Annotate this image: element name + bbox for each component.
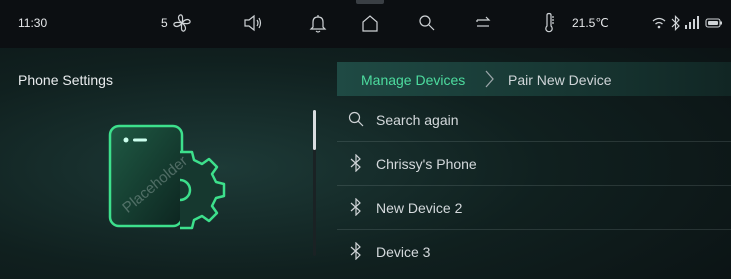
volume-icon[interactable] (242, 12, 264, 34)
list-item[interactable]: New Device 2 (337, 186, 731, 230)
search-icon (348, 111, 364, 127)
device-list: Search again Chrissy's Phone New Device … (337, 98, 731, 273)
breadcrumb-manage-devices[interactable]: Manage Devices (361, 72, 465, 88)
clock: 11:30 (18, 16, 48, 30)
bluetooth-status-icon (671, 15, 680, 31)
status-bar: 11:30 5 21.5℃ (0, 0, 731, 48)
bell-icon[interactable] (307, 12, 329, 34)
signal-icon (685, 16, 699, 29)
breadcrumb: Manage Devices Pair New Device (337, 62, 731, 96)
search-again-label: Search again (376, 112, 459, 128)
temperature: 21.5℃ (572, 16, 609, 30)
active-indicator (356, 0, 384, 4)
search-again-button[interactable]: Search again (337, 98, 731, 142)
battery-icon (705, 18, 722, 28)
search-icon[interactable] (416, 12, 438, 34)
device-name: New Device 2 (376, 200, 463, 216)
fan-icon[interactable] (171, 12, 193, 34)
breadcrumb-pair-new-device: Pair New Device (508, 72, 612, 88)
device-name: Chrissy's Phone (376, 156, 477, 172)
device-name: Device 3 (376, 244, 431, 260)
phone-settings-illustration: Placeholder (108, 124, 226, 230)
fan-level: 5 (161, 16, 168, 30)
home-icon (362, 15, 378, 32)
scrollbar-thumb[interactable] (313, 110, 316, 150)
home-tab[interactable] (354, 0, 386, 48)
bluetooth-icon (350, 154, 361, 172)
swap-icon[interactable] (472, 12, 494, 34)
wifi-icon (652, 17, 666, 29)
bluetooth-icon (350, 242, 361, 260)
chevron-right-icon (485, 70, 494, 88)
list-item[interactable]: Device 3 (337, 230, 731, 273)
page-title: Phone Settings (18, 72, 113, 88)
bluetooth-icon (350, 198, 361, 216)
scrollbar[interactable] (313, 110, 316, 256)
thermometer-icon (545, 12, 554, 33)
list-item[interactable]: Chrissy's Phone (337, 142, 731, 186)
